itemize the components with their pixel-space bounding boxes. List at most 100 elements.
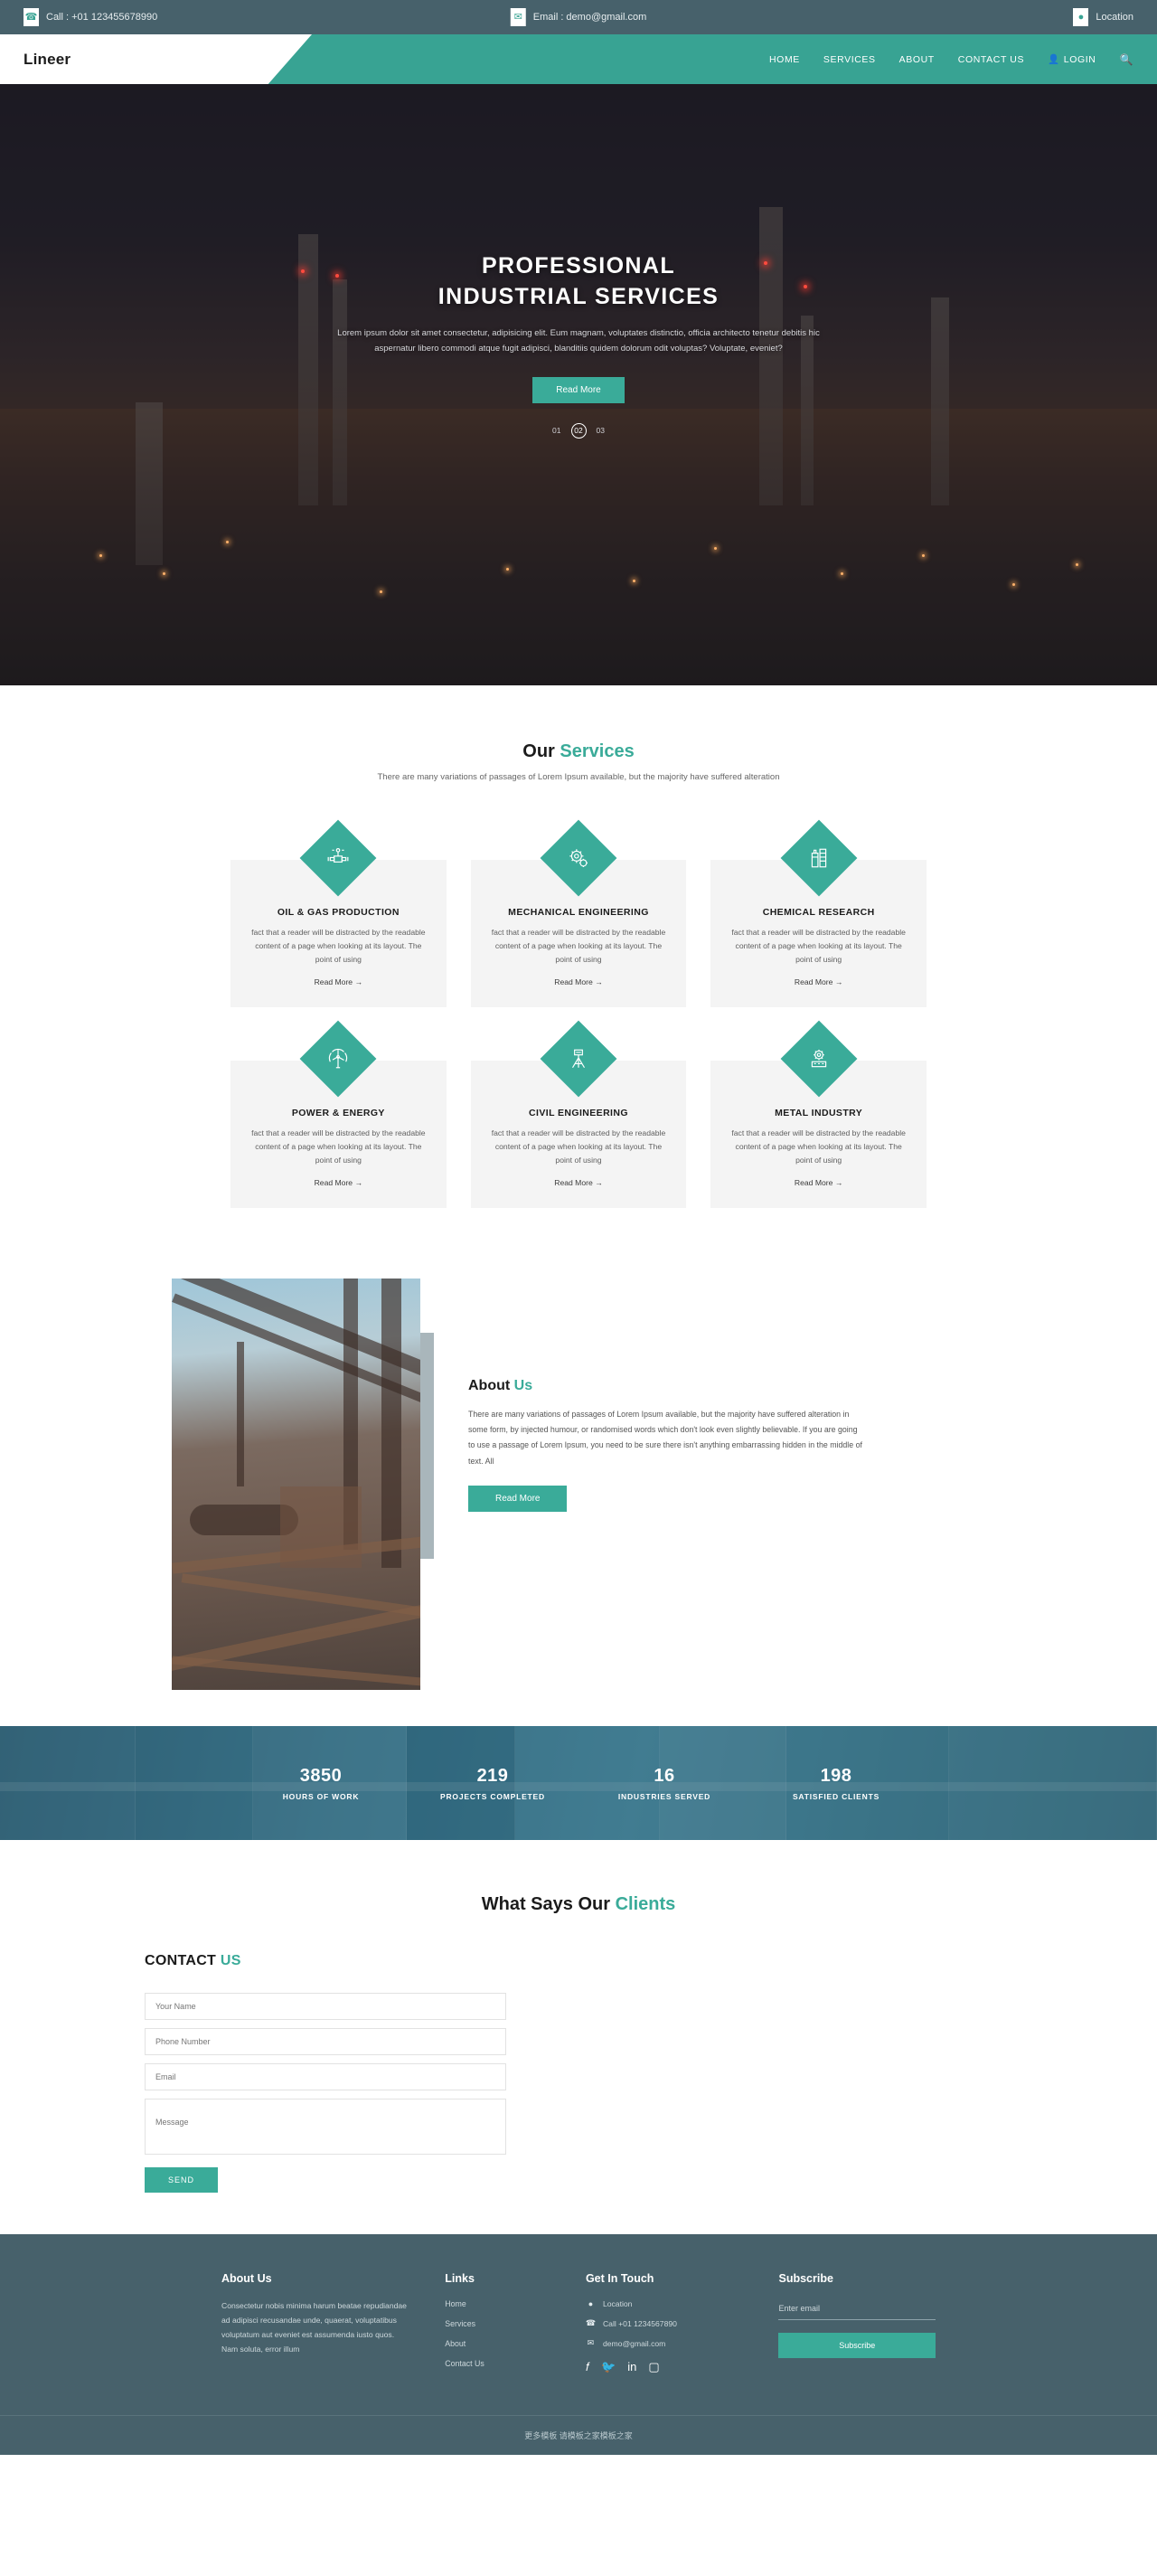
service-card[interactable]: CHEMICAL RESEARCH fact that a reader wil… <box>710 819 927 1008</box>
testimonials-title-accent: Clients <box>615 1894 676 1915</box>
hero-title: PROFESSIONAL INDUSTRIAL SERVICES <box>0 251 1157 313</box>
stats-row: 3850 HOURS OF WORK 219 PROJECTS COMPLETE… <box>235 1766 922 1801</box>
phone-icon: ☎ <box>585 2318 597 2328</box>
service-desc: fact that a reader will be distracted by… <box>251 928 426 965</box>
linkedin-icon[interactable]: in <box>627 2361 636 2373</box>
map-pin-icon: ● <box>588 2299 594 2309</box>
nav-item-services[interactable]: SERVICES <box>823 54 876 65</box>
service-desc: fact that a reader will be distracted by… <box>251 1128 426 1165</box>
service-read-more-link[interactable]: Read More → <box>315 1178 363 1187</box>
subscribe-button[interactable]: Subscribe <box>778 2333 936 2359</box>
footer-link-contact-us[interactable]: Contact Us <box>445 2359 550 2368</box>
stat-label: INDUSTRIES SERVED <box>617 1791 711 1801</box>
footer-about-heading: About Us <box>221 2272 272 2286</box>
footer-contact-column: Get In Touch ● Location ☎ Call +01 12345… <box>586 2272 743 2379</box>
nav-item-home[interactable]: HOME <box>769 54 800 65</box>
send-button[interactable]: SEND <box>145 2167 219 2194</box>
site-logo: Lineer <box>24 50 71 68</box>
nav-menu: HOME SERVICES ABOUT CONTACT US 👤 LOGIN 🔍 <box>769 34 1133 84</box>
survey-tripod-icon <box>540 1020 617 1098</box>
service-desc: fact that a reader will be distracted by… <box>731 928 906 965</box>
instagram-icon[interactable]: ▢ <box>648 2361 659 2373</box>
footer-touch-heading: Get In Touch <box>585 2272 654 2286</box>
about-text: About Us There are many variations of pa… <box>434 1279 866 1512</box>
user-icon: 👤 <box>1048 54 1060 65</box>
slider-dot-02-active[interactable]: 02 <box>570 422 587 439</box>
footer-phone-text: Call +01 1234567890 <box>602 2318 677 2328</box>
service-name: CHEMICAL RESEARCH <box>762 907 875 918</box>
topbar-phone-text: Call : +01 123455678990 <box>46 12 158 23</box>
topbar-phone[interactable]: ☎ Call : +01 123455678990 <box>24 8 157 26</box>
footer-link-home[interactable]: Home <box>445 2299 550 2308</box>
slider-dot-01[interactable]: 01 <box>552 426 560 435</box>
footer-location-row[interactable]: ● Location <box>586 2299 743 2308</box>
about-title: About Us <box>468 1378 866 1394</box>
hero-slider-pagination: 01 02 03 <box>0 422 1157 439</box>
services-title-accent: Services <box>560 741 635 761</box>
footer-link-about[interactable]: About <box>445 2339 550 2348</box>
footer-copyright-text: 更多模板 请模板之家模板之家 <box>524 2431 633 2441</box>
footer-bottom-bar: 更多模板 请模板之家模板之家 <box>0 2415 1157 2455</box>
twitter-icon[interactable]: 🐦 <box>601 2361 616 2373</box>
services-grid: OIL & GAS PRODUCTION fact that a reader … <box>230 819 927 1209</box>
footer-social-links: 𝑓 🐦 in ▢ <box>586 2361 743 2373</box>
nav-item-contact-us[interactable]: CONTACT US <box>958 54 1024 65</box>
valve-icon <box>299 819 377 897</box>
nav-item-login[interactable]: 👤 LOGIN <box>1048 53 1096 66</box>
phone-icon: ☎ <box>24 8 39 26</box>
stat-value: 16 <box>654 1765 675 1786</box>
service-name: CIVIL ENGINEERING <box>529 1108 628 1119</box>
service-read-more-link[interactable]: Read More → <box>315 977 363 986</box>
email-input[interactable] <box>145 2063 506 2091</box>
testimonials-section: What Says Our Clients <box>0 1840 1157 1946</box>
footer-links-heading: Links <box>445 2272 475 2286</box>
about-section: About Us There are many variations of pa… <box>0 1242 1157 1726</box>
hero-read-more-button[interactable]: Read More <box>532 376 625 403</box>
search-icon[interactable]: 🔍 <box>1119 53 1133 66</box>
hero-banner: PROFESSIONAL INDUSTRIAL SERVICES Lorem i… <box>0 84 1157 685</box>
service-read-more-link[interactable]: Read More → <box>554 977 603 986</box>
stat-item: 3850 HOURS OF WORK <box>235 1766 407 1801</box>
topbar-location[interactable]: ● Location <box>1073 8 1133 26</box>
about-title-accent: Us <box>513 1378 533 1394</box>
slider-dot-03[interactable]: 03 <box>597 426 605 435</box>
facebook-icon[interactable]: 𝑓 <box>586 2361 589 2373</box>
service-card[interactable]: OIL & GAS PRODUCTION fact that a reader … <box>230 819 447 1008</box>
contact-section: CONTACT US SEND <box>0 1946 1157 2234</box>
service-name: POWER & ENERGY <box>291 1108 385 1119</box>
phone-input[interactable] <box>145 2028 506 2056</box>
service-desc: fact that a reader will be distracted by… <box>491 1128 666 1165</box>
envelope-icon: ✉ <box>510 8 526 26</box>
service-card[interactable]: MECHANICAL ENGINEERING fact that a reade… <box>470 819 687 1008</box>
hero-content: PROFESSIONAL INDUSTRIAL SERVICES Lorem i… <box>0 84 1157 439</box>
nav-item-about[interactable]: ABOUT <box>899 54 935 65</box>
footer-email-row[interactable]: ✉ demo@gmail.com <box>586 2338 743 2348</box>
services-section: Our Services There are many variations o… <box>0 685 1157 1242</box>
stat-label: SATISFIED CLIENTS <box>792 1791 880 1801</box>
footer-phone-row[interactable]: ☎ Call +01 1234567890 <box>586 2318 743 2328</box>
about-read-more-button[interactable]: Read More <box>468 1485 568 1512</box>
service-card[interactable]: METAL INDUSTRY fact that a reader will b… <box>710 1020 927 1209</box>
footer-subscribe-heading: Subscribe <box>778 2272 833 2286</box>
logo-plate[interactable]: Lineer <box>0 34 312 84</box>
topbar-email[interactable]: ✉ Email : demo@gmail.com <box>510 8 646 26</box>
message-textarea[interactable] <box>145 2099 506 2156</box>
hero-title-line2: INDUSTRIAL SERVICES <box>437 283 720 309</box>
name-input[interactable] <box>145 1993 506 2021</box>
service-desc: fact that a reader will be distracted by… <box>491 928 666 965</box>
testimonials-title-main: What Says Our <box>481 1894 616 1915</box>
service-read-more-link[interactable]: Read More → <box>554 1178 603 1187</box>
service-name: METAL INDUSTRY <box>775 1108 863 1119</box>
testimonials-title: What Says Our Clients <box>0 1894 1157 1915</box>
footer-subscribe-column: Subscribe Subscribe <box>778 2272 936 2379</box>
footer-email-text: demo@gmail.com <box>602 2338 666 2348</box>
footer-link-services[interactable]: Services <box>445 2319 550 2328</box>
service-card[interactable]: CIVIL ENGINEERING fact that a reader wil… <box>470 1020 687 1209</box>
service-read-more-link[interactable]: Read More → <box>795 1178 843 1187</box>
contact-form: SEND <box>145 1993 506 2194</box>
subscribe-email-input[interactable] <box>778 2300 936 2321</box>
service-card[interactable]: POWER & ENERGY fact that a reader will b… <box>230 1020 447 1209</box>
service-name: MECHANICAL ENGINEERING <box>508 907 649 918</box>
wind-turbine-icon <box>299 1020 377 1098</box>
service-read-more-link[interactable]: Read More → <box>795 977 843 986</box>
